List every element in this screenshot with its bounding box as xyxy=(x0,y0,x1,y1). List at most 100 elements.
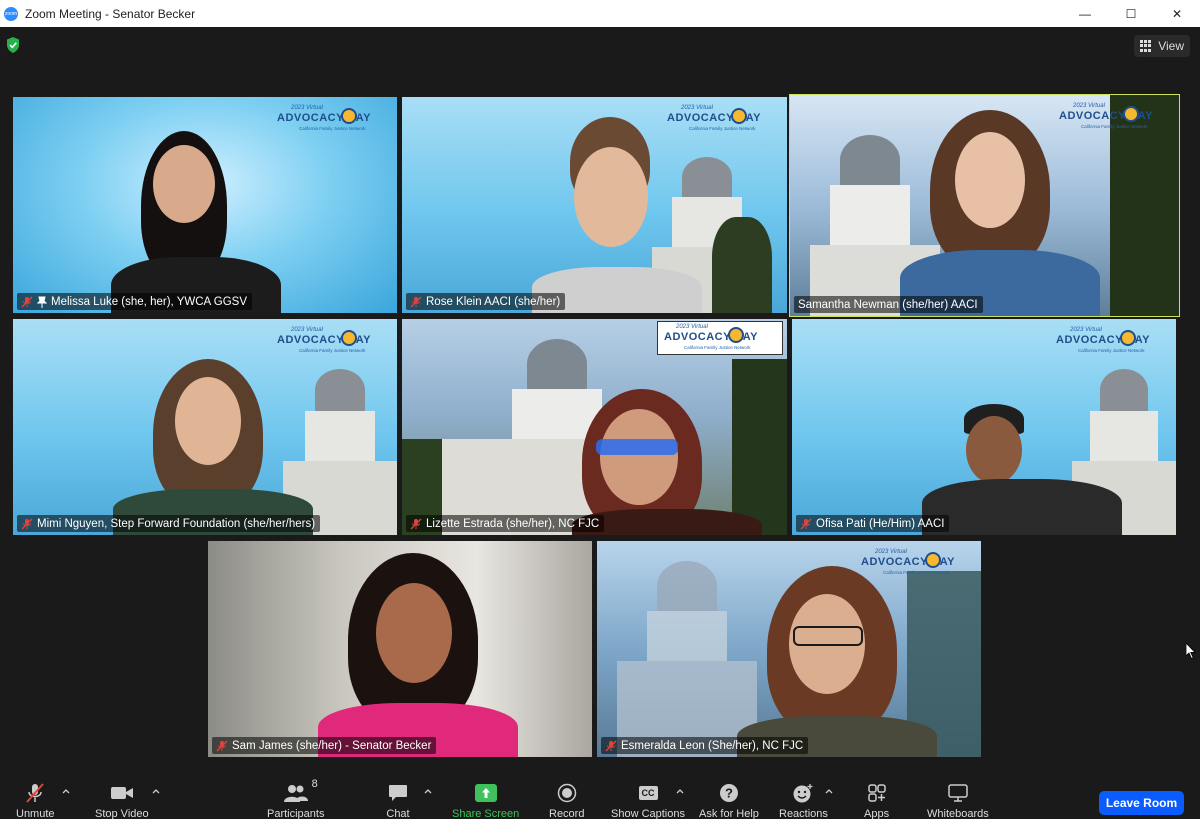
grid-view-icon xyxy=(1140,40,1152,52)
window-title: Zoom Meeting - Senator Becker xyxy=(25,6,196,21)
video-tile-active-speaker[interactable]: 2023 Virtual ADVOCACY DAY California Fam… xyxy=(789,94,1180,317)
participant-video xyxy=(522,117,702,313)
advocacy-day-logo: 2023 Virtual ADVOCACY DAY California Fam… xyxy=(657,321,783,355)
pin-icon xyxy=(37,296,47,308)
stop-video-button[interactable]: Stop Video xyxy=(95,782,149,819)
video-options-caret-icon[interactable] xyxy=(152,788,160,794)
whiteboards-label: Whiteboards xyxy=(927,808,989,819)
participant-name: Lizette Estrada (she/her), NC FJC xyxy=(426,517,600,530)
advocacy-day-logo: 2023 Virtual ADVOCACY DAY California Fam… xyxy=(1056,327,1168,357)
participant-name: Rose Klein AACI (she/her) xyxy=(426,295,561,308)
record-label: Record xyxy=(549,808,585,819)
participant-video xyxy=(318,553,518,757)
advocacy-day-logo: 2023 Virtual ADVOCACY DAY California Fam… xyxy=(277,327,389,357)
share-screen-icon xyxy=(474,784,497,802)
meeting-toolbar: Unmute Stop Video 8 Participants Chat Sh… xyxy=(0,774,1200,819)
advocacy-day-logo: 2023 Virtual ADVOCACY DAY California Fam… xyxy=(277,105,389,135)
reactions-options-caret-icon[interactable] xyxy=(825,788,833,794)
maximize-button[interactable]: ☐ xyxy=(1108,0,1154,27)
view-label: View xyxy=(1158,39,1184,53)
smiley-reaction-icon xyxy=(793,784,813,803)
apps-button[interactable]: Apps xyxy=(864,782,889,819)
participant-name-bar: Melissa Luke (she, her), YWCA GGSV xyxy=(17,293,252,310)
muted-mic-icon xyxy=(21,518,33,529)
audio-options-caret-icon[interactable] xyxy=(62,788,70,794)
zoom-app-icon: zoom xyxy=(4,6,18,21)
participant-name: Sam James (she/her) - Senator Becker xyxy=(232,739,432,752)
participants-button[interactable]: 8 Participants xyxy=(267,778,325,819)
logo-line-2: ADVOCACY DAY xyxy=(277,112,372,124)
participant-video xyxy=(113,359,313,535)
logo-line-1: 2023 Virtual xyxy=(291,105,323,111)
logo-line-2: ADVOCACY DAY xyxy=(1056,334,1151,346)
participant-video xyxy=(900,110,1100,316)
logo-line-1: 2023 Virtual xyxy=(875,549,907,555)
participant-video xyxy=(103,127,283,313)
video-tile[interactable]: 2023 Virtual ADVOCACY DAY California Fam… xyxy=(597,541,981,757)
logo-line-3: California Family Justice Network xyxy=(684,345,751,350)
participant-name: Mimi Nguyen, Step Forward Foundation (sh… xyxy=(37,517,316,530)
record-icon xyxy=(557,783,576,803)
show-captions-label: Show Captions xyxy=(611,808,685,819)
participant-name-bar: Rose Klein AACI (she/her) xyxy=(406,293,566,310)
participant-name: Ofisa Pati (He/Him) AACI xyxy=(816,517,945,530)
stop-video-label: Stop Video xyxy=(95,808,149,819)
minimize-button[interactable]: — xyxy=(1062,0,1108,27)
participants-count: 8 xyxy=(311,778,318,790)
captions-options-caret-icon[interactable] xyxy=(676,788,684,794)
participant-video xyxy=(572,389,762,535)
participant-name: Melissa Luke (she, her), YWCA GGSV xyxy=(51,295,247,308)
logo-line-1: 2023 Virtual xyxy=(291,327,323,333)
participant-name-bar: Mimi Nguyen, Step Forward Foundation (sh… xyxy=(17,515,321,532)
whiteboards-button[interactable]: Whiteboards xyxy=(927,782,989,819)
participant-video xyxy=(737,566,937,757)
participant-name-bar: Sam James (she/her) - Senator Becker xyxy=(212,737,437,754)
unmute-button[interactable]: Unmute xyxy=(16,782,55,819)
logo-line-3: California Family Justice Network xyxy=(299,126,366,131)
whiteboard-icon xyxy=(948,784,968,802)
close-button[interactable]: ✕ xyxy=(1154,0,1200,27)
closed-captions-icon: CC xyxy=(638,786,658,800)
logo-line-3: California Family Justice Network xyxy=(1078,348,1145,353)
video-tile[interactable]: 2023 Virtual ADVOCACY DAY California Fam… xyxy=(402,319,787,535)
video-tile[interactable]: 2023 Virtual ADVOCACY DAY California Fam… xyxy=(13,97,397,313)
show-captions-button[interactable]: CC Show Captions xyxy=(611,782,685,819)
video-tile[interactable]: 2023 Virtual ADVOCACY DAY California Fam… xyxy=(13,319,397,535)
chat-options-caret-icon[interactable] xyxy=(424,788,432,794)
window-titlebar: zoom Zoom Meeting - Senator Becker — ☐ ✕ xyxy=(0,0,1200,27)
muted-mic-icon xyxy=(605,740,617,751)
svg-text:?: ? xyxy=(725,786,733,801)
ask-for-help-button[interactable]: ? Ask for Help xyxy=(699,782,759,819)
participant-name-bar: Samantha Newman (she/her) AACI xyxy=(794,296,983,313)
share-screen-button[interactable]: Share Screen xyxy=(452,782,519,819)
mouse-cursor-icon xyxy=(1186,643,1196,659)
video-tile[interactable]: 2023 Virtual ADVOCACY DAY California Fam… xyxy=(792,319,1176,535)
share-screen-label: Share Screen xyxy=(452,808,520,819)
record-button[interactable]: Record xyxy=(549,782,584,819)
video-tile[interactable]: 2023 Virtual ADVOCACY DAY California Fam… xyxy=(402,97,787,313)
video-tile[interactable]: Sam James (she/her) - Senator Becker xyxy=(208,541,592,757)
logo-line-2: ADVOCACY DAY xyxy=(664,331,759,343)
logo-line-1: 2023 Virtual xyxy=(676,324,708,330)
reactions-label: Reactions xyxy=(779,808,828,819)
help-question-icon: ? xyxy=(719,784,738,802)
apps-icon xyxy=(867,784,886,802)
chat-bubble-icon xyxy=(389,785,407,801)
reactions-button[interactable]: Reactions xyxy=(779,782,828,819)
participant-name: Samantha Newman (she/her) AACI xyxy=(798,298,978,311)
muted-mic-icon xyxy=(410,296,422,307)
leave-room-button[interactable]: Leave Room xyxy=(1099,791,1184,815)
muted-mic-icon xyxy=(21,296,33,307)
muted-mic-icon xyxy=(216,740,228,751)
chat-button[interactable]: Chat xyxy=(386,782,410,819)
security-shield-icon[interactable] xyxy=(6,37,20,53)
logo-line-1: 2023 Virtual xyxy=(1070,327,1102,333)
logo-line-2: ADVOCACY DAY xyxy=(277,334,372,346)
view-button[interactable]: View xyxy=(1134,35,1190,57)
muted-mic-icon xyxy=(410,518,422,529)
ask-for-help-label: Ask for Help xyxy=(699,808,759,819)
muted-microphone-icon xyxy=(26,783,45,803)
participants-label: Participants xyxy=(267,808,325,819)
participant-name-bar: Esmeralda Leon (She/her), NC FJC xyxy=(601,737,809,754)
unmute-label: Unmute xyxy=(16,808,55,819)
